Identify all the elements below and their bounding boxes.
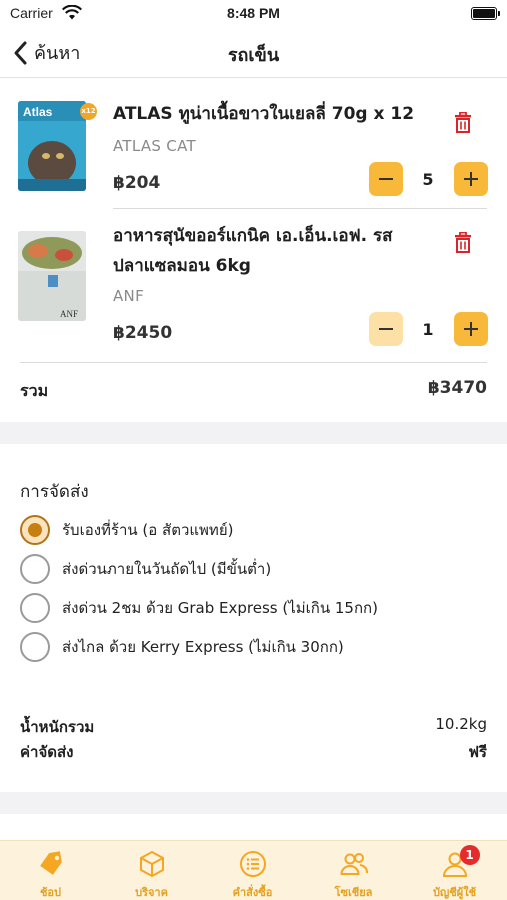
- minus-icon: [379, 328, 393, 330]
- product-name[interactable]: อาหารสุนัขออร์แกนิค เอ.เอ็น.เอฟ. รส ปลาแ…: [113, 221, 425, 281]
- status-bar: Carrier 8:48 PM: [0, 0, 507, 28]
- box-icon: [139, 850, 164, 878]
- section-separator: [0, 792, 507, 814]
- tab-shop[interactable]: ช้อป: [0, 849, 101, 900]
- tab-label: โซเชียล: [334, 886, 373, 899]
- total-value: ฿3470: [427, 378, 487, 398]
- tab-label: บัญชีผู้ใช้: [432, 886, 477, 899]
- shipping-option-next-day[interactable]: ส่งด่วนภายในวันถัดไป (มีขั้นต่ำ): [20, 554, 271, 584]
- decrease-quantity-button[interactable]: [369, 312, 403, 346]
- radio-selected-icon[interactable]: [20, 515, 50, 545]
- tab-account[interactable]: 1 บัญชีผู้ใช้: [404, 845, 505, 900]
- tag-icon: [39, 851, 62, 875]
- tab-label: ช้อป: [39, 886, 62, 899]
- section-separator: [0, 422, 507, 444]
- clock: 8:48 PM: [227, 5, 280, 21]
- product-brand: ANF: [113, 287, 145, 305]
- shipping-option-label: ส่งไกล ด้วย Kerry Express (ไม่เกิน 30กก): [62, 638, 344, 656]
- weight-label: น้ำหนักรวม: [20, 718, 95, 736]
- anf-logo-text: ANF: [60, 309, 78, 319]
- quantity-value: 1: [422, 320, 434, 339]
- product-brand: ATLAS CAT: [113, 137, 196, 155]
- nav-bar: ค้นหา รถเข็น: [0, 28, 507, 78]
- radio-icon[interactable]: [20, 632, 50, 662]
- total-weight-row: น้ำหนักรวม 10.2kg: [20, 715, 487, 737]
- fee-value: ฟรี: [468, 743, 487, 761]
- people-icon: [339, 853, 368, 875]
- product-image[interactable]: ANF: [18, 231, 86, 321]
- shipping-section-title: การจัดส่ง: [20, 482, 89, 502]
- shipping-fee-row: ค่าจัดส่ง ฟรี: [20, 740, 487, 762]
- cart-total-row: รวม ฿3470: [20, 376, 487, 404]
- tab-orders[interactable]: คำสั่งซื้อ: [202, 849, 303, 900]
- product-name[interactable]: ATLAS ทูน่าเนื้อขาวในเยลลี่ 70g x 12: [113, 99, 425, 129]
- battery-icon: [471, 7, 500, 20]
- tab-label: คำสั่งซื้อ: [232, 886, 273, 899]
- tab-bar: ช้อป บริจาค คำสั่งซื้อ โซเชียล 1 บัญชีผู…: [0, 840, 507, 900]
- tab-donate[interactable]: บริจาค: [101, 849, 202, 900]
- shipping-option-label: ส่งด่วน 2ชม ด้วย Grab Express (ไม่เกิน 1…: [62, 599, 378, 617]
- shipping-option-kerry[interactable]: ส่งไกล ด้วย Kerry Express (ไม่เกิน 30กก): [20, 632, 344, 662]
- quantity-value: 5: [422, 170, 434, 189]
- product-price: ฿204: [113, 173, 161, 193]
- decrease-quantity-button[interactable]: [369, 162, 403, 196]
- shipping-option-pickup[interactable]: รับเองที่ร้าน (อ สัตวแพทย์): [20, 515, 233, 545]
- page-title: รถเข็น: [227, 45, 280, 66]
- item-divider: [113, 208, 487, 209]
- atlas-pouch-image: Atlas: [18, 101, 86, 191]
- anf-bag-image: ANF: [18, 231, 86, 321]
- shipping-option-label: รับเองที่ร้าน (อ สัตวแพทย์): [62, 521, 234, 539]
- total-label: รวม: [20, 381, 49, 400]
- pack-count-badge: x12: [80, 103, 97, 120]
- tab-label: บริจาค: [135, 886, 168, 899]
- shipping-option-grab[interactable]: ส่งด่วน 2ชม ด้วย Grab Express (ไม่เกิน 1…: [20, 593, 378, 623]
- list-icon: [239, 851, 266, 877]
- increase-quantity-button[interactable]: [454, 312, 488, 346]
- svg-text:Atlas: Atlas: [23, 105, 53, 119]
- radio-icon[interactable]: [20, 554, 50, 584]
- increase-quantity-button[interactable]: [454, 162, 488, 196]
- total-divider: [20, 362, 487, 363]
- product-image[interactable]: Atlas: [18, 101, 86, 191]
- weight-value: 10.2kg: [435, 715, 487, 733]
- radio-icon[interactable]: [20, 593, 50, 623]
- trash-icon[interactable]: [454, 232, 472, 254]
- product-price: ฿2450: [113, 323, 173, 343]
- minus-icon: [379, 178, 393, 180]
- fee-label: ค่าจัดส่ง: [20, 743, 74, 761]
- shipping-option-label: ส่งด่วนภายในวันถัดไป (มีขั้นต่ำ): [62, 560, 272, 578]
- notification-badge: 1: [459, 845, 480, 865]
- tab-social[interactable]: โซเชียล: [303, 849, 404, 900]
- trash-icon[interactable]: [454, 112, 472, 134]
